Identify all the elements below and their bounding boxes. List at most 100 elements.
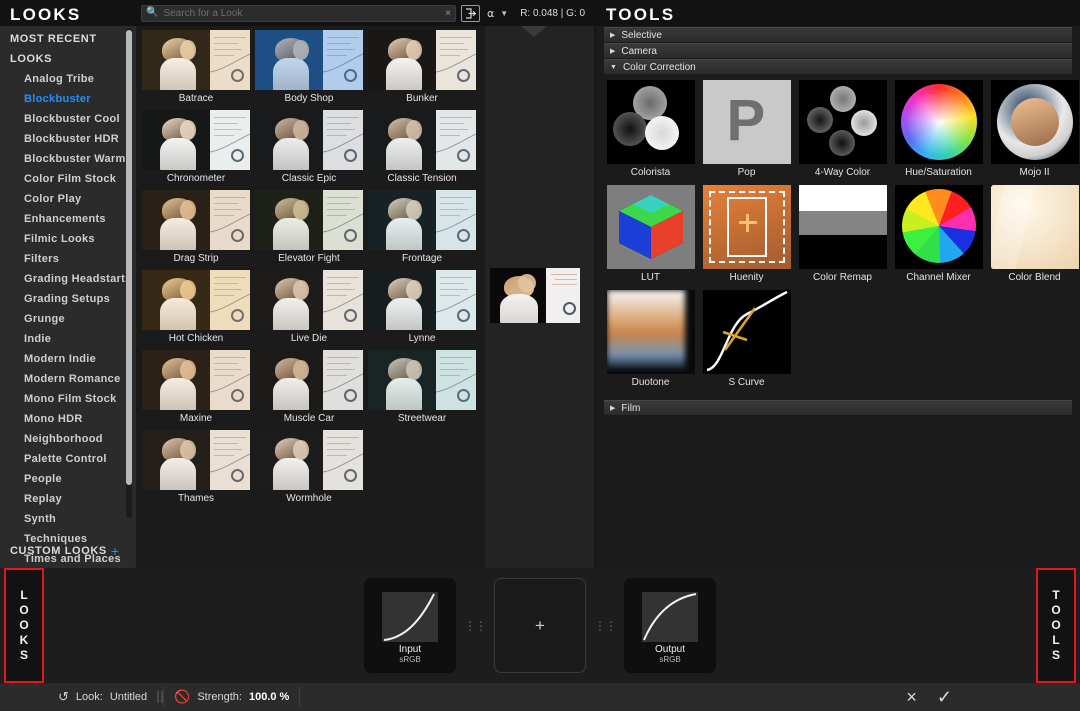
- sidebar-item-modern-romance[interactable]: Modern Romance: [0, 369, 136, 389]
- look-thumbnail[interactable]: [142, 270, 250, 330]
- sidebar-item-modern-indie[interactable]: Modern Indie: [0, 349, 136, 369]
- looks-group-header[interactable]: MOST RECENT: [0, 29, 136, 49]
- look-thumbnail[interactable]: [142, 350, 250, 410]
- sidebar-item-replay[interactable]: Replay: [0, 489, 136, 509]
- sidebar-item-blockbuster-warm[interactable]: Blockbuster Warm: [0, 149, 136, 169]
- look-thumbnail[interactable]: [368, 30, 476, 90]
- color-remap-icon[interactable]: [798, 185, 887, 269]
- custom-looks-row[interactable]: CUSTOM LOOKS +: [0, 544, 128, 558]
- search-input[interactable]: [163, 7, 441, 19]
- look-cell[interactable]: Maxine: [142, 350, 250, 428]
- look-thumbnail[interactable]: [142, 110, 250, 170]
- look-thumbnail[interactable]: [142, 30, 250, 90]
- tool-cell[interactable]: Hue/Saturation: [892, 80, 985, 182]
- sidebar-item-indie[interactable]: Indie: [0, 329, 136, 349]
- look-cell[interactable]: Bunker: [368, 30, 476, 108]
- no-entry-icon[interactable]: 🚫: [174, 689, 190, 705]
- tools-section-camera[interactable]: ▶ Camera: [604, 43, 1072, 58]
- look-cell[interactable]: Classic Epic: [255, 110, 363, 188]
- tool-cell[interactable]: S Curve: [700, 290, 793, 392]
- sidebar-item-analog-tribe[interactable]: Analog Tribe: [0, 69, 136, 89]
- sidebar-item-color-film-stock[interactable]: Color Film Stock: [0, 169, 136, 189]
- sidebar-item-blockbuster[interactable]: Blockbuster: [0, 89, 136, 109]
- look-thumbnail[interactable]: [255, 270, 363, 330]
- eyedropper-icon[interactable]: ⍺: [487, 7, 494, 20]
- look-cell[interactable]: Wormhole: [255, 430, 363, 508]
- sidebar-item-color-play[interactable]: Color Play: [0, 189, 136, 209]
- cancel-button[interactable]: ×: [906, 687, 917, 708]
- channel-mixer-icon[interactable]: [894, 185, 983, 269]
- tool-cell[interactable]: Color Remap: [796, 185, 889, 287]
- confirm-button[interactable]: ✓: [937, 687, 952, 708]
- output-node[interactable]: Output sRGB: [624, 578, 716, 673]
- undo-icon[interactable]: ↺: [58, 689, 69, 705]
- look-cell[interactable]: Lynne: [368, 270, 476, 348]
- look-thumbnail[interactable]: [142, 190, 250, 250]
- look-cell[interactable]: Streetwear: [368, 350, 476, 428]
- sidebar-item-filters[interactable]: Filters: [0, 249, 136, 269]
- add-custom-look-icon[interactable]: +: [111, 544, 119, 558]
- look-cell[interactable]: Live Die: [255, 270, 363, 348]
- looks-sidebar-scrollbar-thumb[interactable]: [126, 30, 132, 485]
- look-cell[interactable]: Classic Tension: [368, 110, 476, 188]
- look-thumbnail[interactable]: [142, 430, 250, 490]
- look-thumbnail[interactable]: [255, 30, 363, 90]
- tool-cell[interactable]: 4-Way Color: [796, 80, 889, 182]
- tool-cell[interactable]: Mojo II: [988, 80, 1080, 182]
- strength-segment[interactable]: 🚫 Strength: 100.0 %: [164, 683, 299, 711]
- look-thumbnail[interactable]: [255, 190, 363, 250]
- look-cell[interactable]: Hot Chicken: [142, 270, 250, 348]
- look-cell[interactable]: Drag Strip: [142, 190, 250, 268]
- side-tab-tools[interactable]: TOOLS: [1036, 568, 1076, 683]
- look-thumbnail[interactable]: [255, 110, 363, 170]
- look-thumbnail[interactable]: [368, 190, 476, 250]
- look-cell[interactable]: Elevator Fight: [255, 190, 363, 268]
- tool-cell[interactable]: LUT: [604, 185, 697, 287]
- mojo-icon[interactable]: [990, 80, 1079, 164]
- search-field[interactable]: 🔍 ×: [141, 4, 456, 22]
- sidebar-item-people[interactable]: People: [0, 469, 136, 489]
- sidebar-item-mono-film-stock[interactable]: Mono Film Stock: [0, 389, 136, 409]
- sidebar-item-palette-control[interactable]: Palette Control: [0, 449, 136, 469]
- huenity-icon[interactable]: [702, 185, 791, 269]
- sidebar-item-grading-headstarts[interactable]: Grading Headstarts: [0, 269, 136, 289]
- sidebar-item-enhancements[interactable]: Enhancements: [0, 209, 136, 229]
- looks-group-header[interactable]: LOOKS: [0, 49, 136, 69]
- lut-cube-icon[interactable]: [606, 185, 695, 269]
- tool-cell[interactable]: Duotone: [604, 290, 697, 392]
- sidebar-item-mono-hdr[interactable]: Mono HDR: [0, 409, 136, 429]
- import-look-button[interactable]: [461, 4, 480, 22]
- look-cell[interactable]: Body Shop: [255, 30, 363, 108]
- look-thumbnail[interactable]: [255, 350, 363, 410]
- look-cell[interactable]: Thames: [142, 430, 250, 508]
- sidebar-item-grading-setups[interactable]: Grading Setups: [0, 289, 136, 309]
- colorista-icon[interactable]: [606, 80, 695, 164]
- sidebar-item-grunge[interactable]: Grunge: [0, 309, 136, 329]
- hue-saturation-icon[interactable]: [894, 80, 983, 164]
- sidebar-item-synth[interactable]: Synth: [0, 509, 136, 529]
- look-thumbnail[interactable]: [368, 110, 476, 170]
- duotone-icon[interactable]: [606, 290, 695, 374]
- four-way-color-icon[interactable]: [798, 80, 887, 164]
- mini-preview-thumbnail[interactable]: [490, 268, 580, 323]
- sidebar-item-blockbuster-hdr[interactable]: Blockbuster HDR: [0, 129, 136, 149]
- pop-icon[interactable]: P: [702, 80, 791, 164]
- tools-section-film[interactable]: ▶ Film: [604, 400, 1072, 415]
- look-thumbnail[interactable]: [368, 350, 476, 410]
- input-node[interactable]: Input sRGB: [364, 578, 456, 673]
- tool-cell[interactable]: Color Blend: [988, 185, 1080, 287]
- sidebar-item-neighborhood[interactable]: Neighborhood: [0, 429, 136, 449]
- sidebar-item-filmic-looks[interactable]: Filmic Looks: [0, 229, 136, 249]
- look-cell[interactable]: Frontage: [368, 190, 476, 268]
- look-reset-segment[interactable]: ↺ Look: Untitled: [48, 683, 157, 711]
- sidebar-item-blockbuster-cool[interactable]: Blockbuster Cool: [0, 109, 136, 129]
- look-cell[interactable]: Chronometer: [142, 110, 250, 188]
- look-thumbnail[interactable]: [368, 270, 476, 330]
- tools-section-selective[interactable]: ▶ Selective: [604, 27, 1072, 42]
- s-curve-icon[interactable]: [702, 290, 791, 374]
- color-blend-icon[interactable]: [990, 185, 1079, 269]
- add-tool-node[interactable]: +: [494, 578, 586, 673]
- tool-cell[interactable]: Huenity: [700, 185, 793, 287]
- chevron-down-icon[interactable]: ▼: [500, 9, 508, 18]
- side-tab-looks[interactable]: LOOKS: [4, 568, 44, 683]
